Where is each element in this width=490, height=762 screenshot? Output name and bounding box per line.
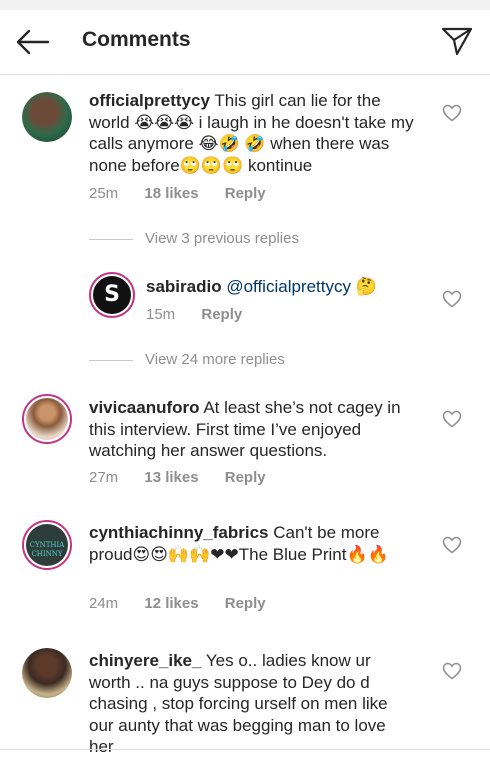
likes-count[interactable]: 13 likes bbox=[144, 469, 198, 486]
brand-logo: CYNTHIA CHINNY bbox=[26, 524, 68, 566]
mention-link[interactable]: @officialprettycy bbox=[226, 277, 351, 296]
heart-icon[interactable] bbox=[442, 410, 462, 428]
avatar[interactable] bbox=[22, 648, 72, 698]
avatar[interactable]: CYNTHIA CHINNY bbox=[22, 520, 72, 570]
comment-meta: 24m 12 likes Reply bbox=[89, 595, 288, 612]
comment-username[interactable]: chinyere_ike_ bbox=[89, 651, 201, 670]
reply-body: sabiradio @officialprettycy 🤔 bbox=[146, 276, 416, 298]
back-arrow-icon[interactable] bbox=[14, 28, 50, 56]
likes-count[interactable]: 18 likes bbox=[144, 185, 198, 202]
comment-time: 27m bbox=[89, 469, 119, 486]
status-bar bbox=[0, 0, 490, 10]
avatar-letter: S bbox=[93, 276, 131, 314]
avatar[interactable] bbox=[22, 92, 72, 142]
avatar[interactable]: S bbox=[89, 272, 135, 318]
page-title: Comments bbox=[82, 28, 191, 51]
reply-button[interactable]: Reply bbox=[225, 469, 266, 486]
view-more-label: View 24 more replies bbox=[145, 351, 285, 368]
comment-username[interactable]: officialprettycy bbox=[89, 91, 210, 110]
comment-body: vivicaanuforo At least she’s not cagey i… bbox=[89, 397, 414, 462]
view-previous-replies[interactable]: View 3 previous replies bbox=[89, 230, 299, 247]
heart-icon[interactable] bbox=[442, 536, 462, 554]
comment-meta: 27m 13 likes Reply bbox=[89, 469, 288, 486]
comment-time: 25m bbox=[89, 185, 119, 202]
reply-time: 15m bbox=[146, 306, 176, 323]
comment-meta: 25m 18 likes Reply bbox=[89, 185, 288, 202]
divider bbox=[89, 359, 133, 361]
comment-body: cynthiachinny_fabrics Can't be more prou… bbox=[89, 522, 414, 565]
comment-body: chinyere_ike_ Yes o.. ladies know ur wor… bbox=[89, 650, 414, 758]
reply-meta: 15m Reply bbox=[146, 306, 264, 323]
divider bbox=[0, 749, 490, 750]
comment-username[interactable]: vivicaanuforo bbox=[89, 398, 200, 417]
likes-count[interactable]: 12 likes bbox=[144, 595, 198, 612]
reply-emoji: 🤔 bbox=[350, 277, 377, 296]
divider bbox=[89, 238, 133, 240]
reply-username[interactable]: sabiradio bbox=[146, 277, 222, 296]
avatar[interactable] bbox=[22, 394, 72, 444]
view-more-replies[interactable]: View 24 more replies bbox=[89, 351, 285, 368]
send-icon[interactable] bbox=[440, 25, 474, 57]
view-previous-label: View 3 previous replies bbox=[145, 230, 299, 247]
header: Comments bbox=[0, 10, 490, 75]
heart-icon[interactable] bbox=[442, 662, 462, 680]
comment-username[interactable]: cynthiachinny_fabrics bbox=[89, 523, 269, 542]
reply-button[interactable]: Reply bbox=[201, 306, 242, 323]
comment-time: 24m bbox=[89, 595, 119, 612]
heart-icon[interactable] bbox=[442, 290, 462, 308]
heart-icon[interactable] bbox=[442, 104, 462, 122]
reply-button[interactable]: Reply bbox=[225, 185, 266, 202]
reply-button[interactable]: Reply bbox=[225, 595, 266, 612]
